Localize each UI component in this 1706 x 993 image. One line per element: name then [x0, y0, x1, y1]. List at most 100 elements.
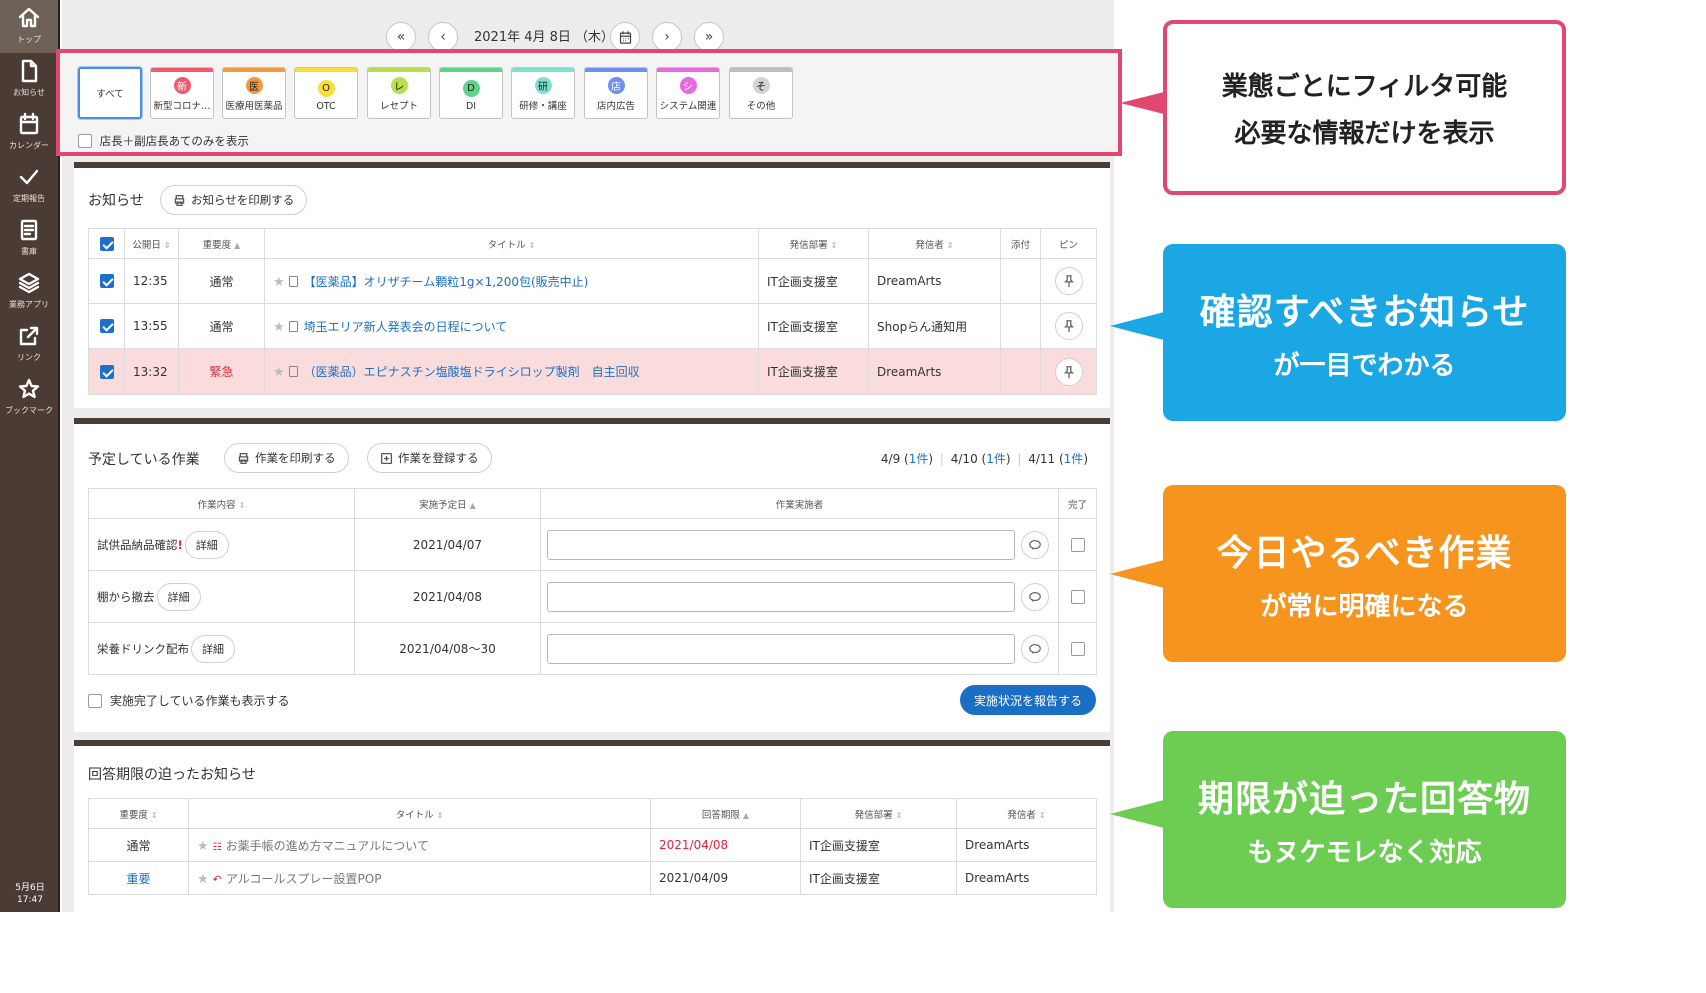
prev-date-button[interactable]: ‹ [428, 22, 458, 52]
calendar-picker-button[interactable] [610, 22, 640, 52]
assignee-input[interactable] [547, 581, 1015, 612]
pin-button[interactable] [1054, 267, 1083, 295]
filter-chip-covid[interactable]: 新 新型コロナ… [150, 67, 214, 119]
table-row: 栄養ドリンク配布 詳細 2021/04/08～30 [88, 622, 1097, 675]
comment-button[interactable] [1021, 582, 1049, 611]
print-notices-button[interactable]: お知らせを印刷する [160, 185, 308, 215]
deadline-priority-important: 重要 [88, 861, 189, 895]
sidebar-item-top[interactable]: トップ [0, 0, 58, 53]
deadline-title: 回答期限の迫ったお知らせ [88, 767, 256, 783]
notice-time: 13:32 [124, 348, 179, 395]
sidebar-item-bookmarks[interactable]: ブックマーク [0, 371, 58, 424]
column-header-title[interactable]: タイトル ⇕ [264, 228, 759, 259]
notice-dept: IT企画支援室 [758, 303, 869, 349]
task-detail-button[interactable]: 詳細 [191, 634, 235, 663]
select-all-checkbox[interactable] [99, 236, 114, 251]
notice-title-link[interactable]: 【医薬品】オリザチーム顆粒1g×1,200包(販売中止) [304, 275, 589, 289]
sidebar-item-report[interactable]: 定期報告 [0, 159, 58, 212]
notice-title-link[interactable]: 埼玉エリア新人発表会の日程について [304, 320, 508, 334]
deadline-title-link[interactable]: アルコールスプレー設置POP [226, 872, 382, 886]
printer-icon [238, 452, 249, 464]
table-row[interactable]: 12:35 通常 ★ 【医薬品】オリザチーム顆粒1g×1,200包(販売中止) I… [88, 258, 1097, 304]
pin-icon [1063, 275, 1074, 288]
row-checkbox[interactable] [99, 319, 114, 334]
table-row-urgent[interactable]: 13:32 緊急 ★ （医薬品）エピナスチン塩酸塩ドライシロップ製剤 自主回収 I… [88, 348, 1097, 395]
star-icon[interactable]: ★ [273, 365, 285, 380]
sidebar-item-calendar[interactable]: カレンダー [0, 106, 58, 159]
upcoming-count-link[interactable]: 1件 [986, 452, 1006, 466]
external-link-icon [19, 326, 39, 346]
home-icon [18, 7, 40, 28]
comment-button[interactable] [1021, 530, 1049, 559]
task-done-checkbox[interactable] [1070, 641, 1085, 656]
column-header-date[interactable]: 公開日 ⇕ [124, 228, 179, 259]
manager-only-option[interactable]: 店長＋副店長あてのみを表示 [78, 133, 249, 149]
star-icon[interactable]: ★ [273, 275, 285, 290]
star-icon[interactable]: ★ [197, 839, 209, 854]
sidebar-item-library[interactable]: 書庫 [0, 212, 58, 265]
last-date-button[interactable]: » [694, 22, 724, 52]
filter-chip-medical[interactable]: 医 医療用医薬品 [222, 67, 286, 119]
table-row[interactable]: 通常 ★ ☷ お薬手帳の進め方マニュアルについて 2021/04/08 IT企画支援… [88, 828, 1097, 862]
first-date-button[interactable]: « [386, 22, 416, 52]
column-header-title[interactable]: タイトル ⇕ [188, 798, 651, 829]
notice-title-link[interactable]: （医薬品）エピナスチン塩酸塩ドライシロップ製剤 自主回収 [304, 365, 640, 379]
row-checkbox[interactable] [99, 364, 114, 379]
filter-chip-otc[interactable]: O OTC [294, 67, 358, 119]
filter-chip-other[interactable]: そ その他 [729, 67, 793, 119]
sidebar-item-apps[interactable]: 業務アプリ [0, 265, 58, 318]
column-header-dept[interactable]: 発信部署 ⇕ [758, 228, 869, 259]
table-row[interactable]: 13:55 通常 ★ 埼玉エリア新人発表会の日程について IT企画支援室 Shop… [88, 303, 1097, 349]
tasks-title: 予定している作業 [88, 452, 200, 468]
filter-chip-system[interactable]: シ システム関連 [656, 67, 720, 119]
task-detail-button[interactable]: 詳細 [156, 582, 201, 611]
sidebar-item-notices[interactable]: お知らせ [0, 53, 58, 106]
filter-chip-all[interactable]: すべて [78, 67, 142, 119]
manager-only-checkbox[interactable] [78, 134, 92, 148]
filter-chip-training[interactable]: 研 研修・講座 [511, 67, 575, 119]
sort-icon: ⇕ [946, 240, 954, 250]
callout-line2: もヌケモレなく対応 [1247, 838, 1482, 868]
report-status-button[interactable]: 実施状況を報告する [959, 685, 1096, 715]
column-header-priority[interactable]: 重要度 ⇕ [88, 798, 189, 829]
next-date-button[interactable]: › [652, 22, 682, 52]
upcoming-count-link[interactable]: 1件 [909, 452, 929, 466]
pin-button[interactable] [1054, 357, 1083, 386]
table-row[interactable]: 重要 ★ ↶ アルコールスプレー設置POP 2021/04/09 IT企画支援室 D… [88, 861, 1097, 895]
column-header-task[interactable]: 作業内容 ⇕ [88, 488, 355, 519]
task-done-checkbox[interactable] [1070, 589, 1085, 604]
filter-chip-store-ads[interactable]: 店 店内広告 [584, 67, 648, 119]
column-header-priority[interactable]: 重要度 ▲ [178, 228, 265, 259]
show-completed-checkbox[interactable] [88, 693, 102, 708]
deadline-priority: 通常 [88, 828, 189, 862]
sidebar-item-links[interactable]: リンク [0, 318, 58, 371]
task-detail-button[interactable]: 詳細 [184, 530, 229, 559]
filter-chip-receipt[interactable]: レ レセプト [367, 67, 431, 119]
current-date-label: 2021年 4月 8日 （木） [474, 30, 615, 45]
assignee-input[interactable] [547, 529, 1015, 560]
upcoming-count-link[interactable]: 1件 [1064, 452, 1084, 466]
comment-button[interactable] [1021, 634, 1049, 663]
filter-chip-di[interactable]: D DI [439, 67, 503, 119]
show-completed-option[interactable]: 実施完了している作業も表示する [88, 692, 289, 709]
column-header-dept[interactable]: 発信部署 ⇕ [800, 798, 957, 829]
task-done-checkbox[interactable] [1070, 537, 1085, 552]
deadline-title-link[interactable]: お薬手帳の進め方マニュアルについて [226, 839, 429, 853]
callout-filter: 業態ごとにフィルタ可能 必要な情報だけを表示 [1163, 20, 1566, 195]
column-header-sender[interactable]: 発信者 ⇕ [956, 798, 1097, 829]
filter-chip-label: その他 [746, 101, 776, 112]
column-header-due[interactable]: 実施予定日 ▲ [354, 488, 541, 519]
notice-attachment [1000, 303, 1041, 349]
assignee-input[interactable] [547, 633, 1015, 664]
star-icon[interactable]: ★ [273, 320, 285, 335]
row-checkbox[interactable] [99, 274, 114, 289]
sidebar: トップ お知らせ カレンダー 定期報告 書庫 業務アプリ リンク ブックマーク [0, 0, 60, 912]
print-tasks-button[interactable]: 作業を印刷する [224, 443, 349, 473]
column-header-sender[interactable]: 発信者 ⇕ [868, 228, 1001, 259]
upcoming-date: 4/10 [950, 452, 978, 466]
print-tasks-label: 作業を印刷する [255, 451, 336, 465]
pin-button[interactable] [1054, 312, 1083, 340]
star-icon[interactable]: ★ [197, 872, 209, 887]
register-task-button[interactable]: 作業を登録する [367, 443, 492, 473]
column-header-due[interactable]: 回答期限 ▲ [650, 798, 801, 829]
